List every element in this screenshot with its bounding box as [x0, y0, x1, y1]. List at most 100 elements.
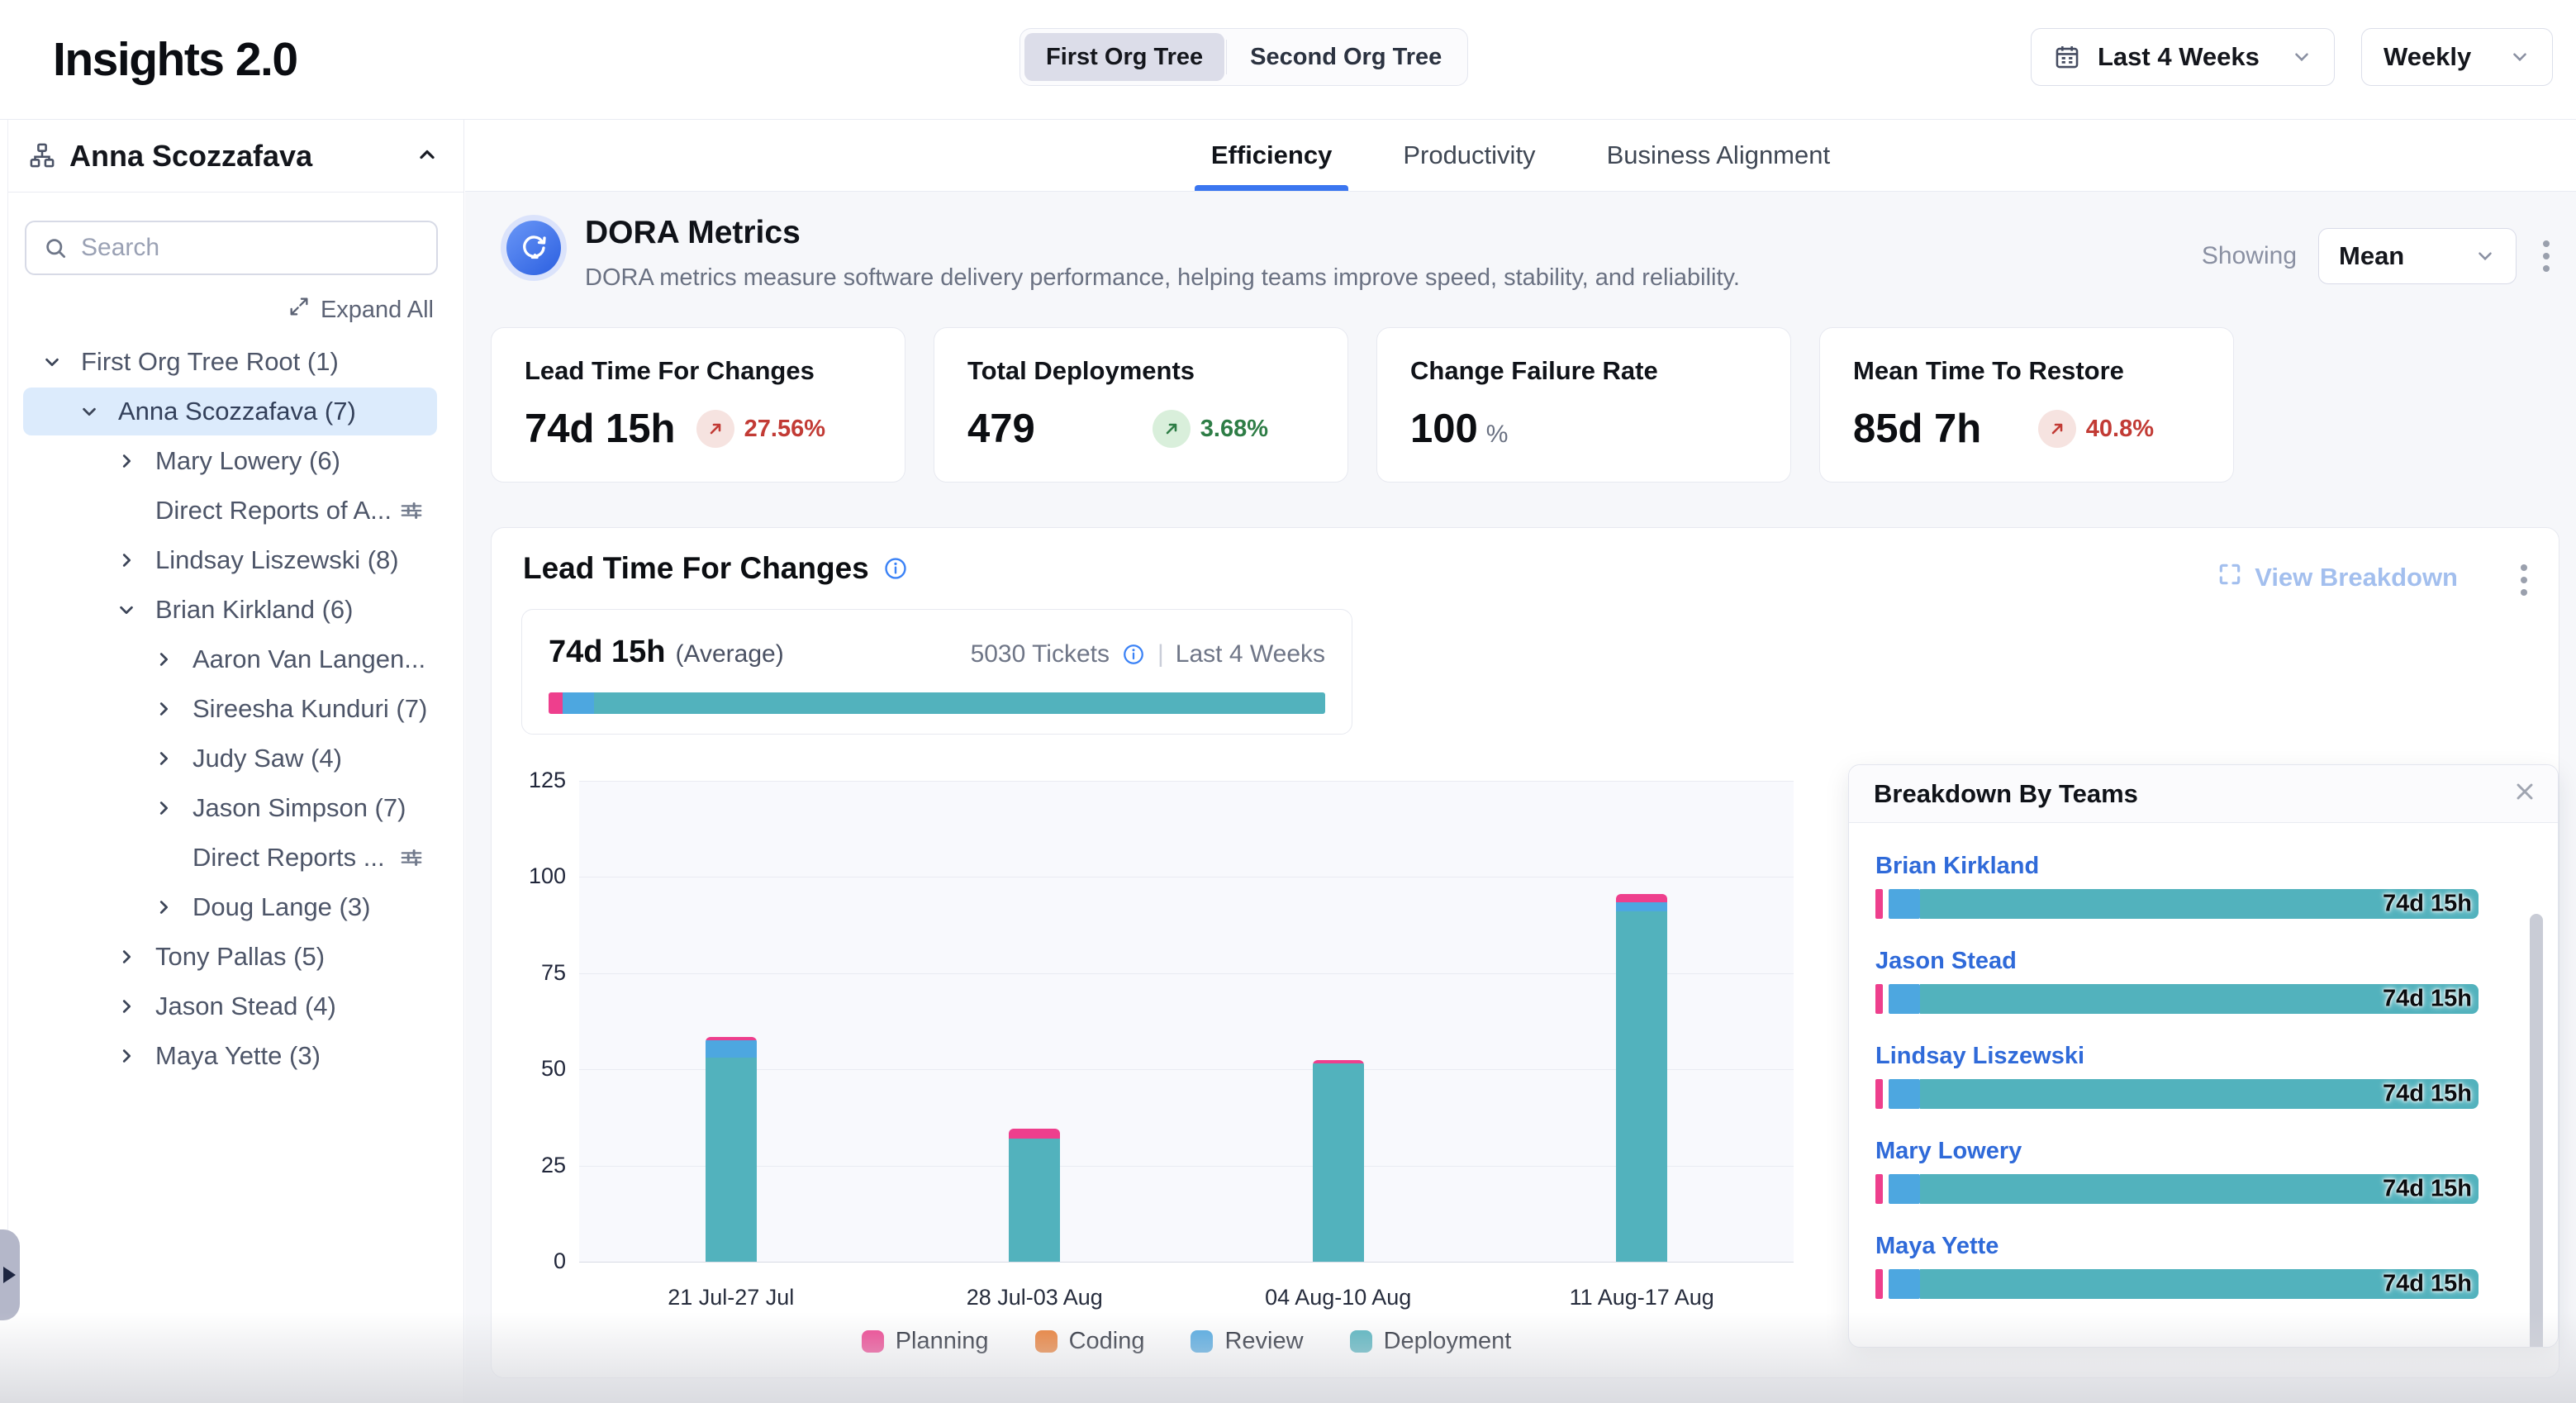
tree-item[interactable]: Tony Pallas (5) [23, 933, 437, 981]
tree-item[interactable]: Direct Reports of A... [23, 487, 437, 535]
metric-card-value: 85d 7h [1853, 406, 1981, 452]
bar-segment-deployment [1009, 1139, 1060, 1262]
tab-business-alignment[interactable]: Business Alignment [1600, 120, 1837, 191]
x-axis-tick-label: 11 Aug-17 Aug [1570, 1285, 1714, 1310]
view-breakdown-label: View Breakdown [2255, 563, 2458, 592]
team-bar-segment-deployment: 74d 15h [1920, 889, 2479, 919]
team-lead-time-bar: 74d 15h [1875, 889, 2479, 919]
metric-delta: 40.8% [2038, 410, 2154, 448]
team-row: Lindsay Liszewski74d 15h [1875, 1043, 2479, 1070]
team-bar-segment-deployment: 74d 15h [1920, 1079, 2479, 1109]
trend-up-icon [1153, 410, 1191, 448]
tree-item[interactable]: Jason Simpson (7) [23, 784, 437, 832]
chevron-right-icon[interactable] [154, 650, 183, 668]
panel-title: Breakdown By Teams [1874, 779, 2138, 809]
team-bar-segment-review [1889, 1269, 1920, 1299]
tree-item[interactable]: Lindsay Liszewski (8) [23, 536, 437, 584]
y-axis-tick-label: 100 [500, 863, 566, 889]
average-phase-bar [549, 692, 1325, 714]
chevron-down-icon[interactable] [43, 353, 71, 371]
org-tree-option[interactable]: Second Org Tree [1229, 33, 1463, 81]
org-tree-option[interactable]: First Org Tree [1024, 33, 1224, 81]
tree-item[interactable]: Mary Lowery (6) [23, 437, 437, 485]
average-summary: 74d 15h (Average) 5030 Tickets | Last 4 … [521, 609, 1352, 735]
info-icon[interactable] [1121, 642, 1146, 667]
close-icon[interactable] [2512, 778, 2538, 805]
info-icon[interactable] [882, 555, 909, 582]
metric-card-value-row: 85d 7h 40.8% [1853, 406, 2200, 452]
header-controls: Last 4 Weeks Weekly [2031, 28, 2553, 86]
metric-delta: 27.56% [696, 410, 825, 448]
insights-app: Insights 2.0 First Org TreeSecond Org Tr… [0, 0, 2576, 1403]
tree-item[interactable]: Aaron Van Langen... [23, 635, 437, 683]
tree-item-label: Tony Pallas (5) [155, 942, 325, 972]
tree-item[interactable]: First Org Tree Root (1) [23, 338, 437, 386]
sidebar-search [25, 221, 438, 275]
search-input[interactable] [81, 234, 420, 262]
bar-segment-planning [1009, 1129, 1060, 1139]
team-name-link[interactable]: Mary Lowery [1875, 1138, 2022, 1164]
team-bar-segment-deployment: 74d 15h [1920, 1269, 2479, 1299]
chevron-right-icon[interactable] [154, 700, 183, 718]
lead-time-menu-kebab-icon[interactable] [2516, 559, 2532, 601]
team-name-link[interactable]: Lindsay Liszewski [1875, 1043, 2084, 1069]
dora-menu-kebab-icon[interactable] [2538, 235, 2555, 277]
team-name-link[interactable]: Brian Kirkland [1875, 853, 2039, 879]
gridline-50 [579, 1069, 1794, 1070]
metric-card-unit: % [1486, 421, 1509, 448]
chevron-right-icon[interactable] [154, 898, 183, 916]
panel-header: Breakdown By Teams [1849, 765, 2558, 823]
expand-corners-icon [2217, 561, 2243, 594]
team-row: Brian Kirkland74d 15h [1875, 853, 2479, 880]
lead-time-title: Lead Time For Changes [523, 551, 909, 586]
legend-label: Coding [1069, 1328, 1145, 1355]
team-bar-segment-review [1889, 1174, 1920, 1204]
metric-card-title: Total Deployments [967, 356, 1314, 386]
chevron-right-icon[interactable] [117, 551, 145, 569]
chevron-right-icon[interactable] [154, 799, 183, 817]
tab-efficiency[interactable]: Efficiency [1205, 120, 1338, 191]
x-axis-tick-label: 21 Jul-27 Jul [668, 1285, 794, 1310]
tree-item[interactable]: Maya Yette (3) [23, 1032, 437, 1080]
trend-up-icon [2038, 410, 2076, 448]
sliders-icon[interactable] [399, 498, 424, 523]
tree-item[interactable]: Jason Stead (4) [23, 982, 437, 1030]
expand-all-label: Expand All [321, 297, 434, 324]
tree-item[interactable]: Direct Reports ... [23, 834, 437, 882]
dora-cycle-icon [501, 215, 567, 281]
sidebar-collapse-button[interactable] [416, 143, 439, 166]
view-breakdown-button[interactable]: View Breakdown [2217, 561, 2458, 594]
team-bar-segment-planning [1875, 984, 1883, 1014]
metric-delta-value: 27.56% [744, 416, 825, 443]
tab-productivity[interactable]: Productivity [1396, 120, 1542, 191]
chevron-down-icon[interactable] [117, 601, 145, 619]
tree-item[interactable]: Brian Kirkland (6) [23, 586, 437, 634]
chevron-right-icon[interactable] [117, 948, 145, 966]
team-lead-time-bar: 74d 15h [1875, 984, 2479, 1014]
tree-item[interactable]: Doug Lange (3) [23, 883, 437, 931]
main-tabs: Efficiency Productivity Business Alignment [465, 120, 2576, 192]
expand-all-button[interactable]: Expand All [288, 295, 434, 325]
sidebar-expand-handle[interactable] [0, 1229, 20, 1320]
chevron-right-icon[interactable] [154, 749, 183, 768]
team-name-link[interactable]: Maya Yette [1875, 1233, 1999, 1259]
chevron-right-icon[interactable] [117, 452, 145, 470]
metric-card: Total Deployments4793.68% [934, 327, 1348, 483]
team-name-link[interactable]: Jason Stead [1875, 948, 2017, 974]
panel-scrollbar-thumb[interactable] [2530, 914, 2543, 1347]
granularity-select[interactable]: Weekly [2361, 28, 2553, 86]
dora-description: DORA metrics measure software delivery p… [585, 264, 1740, 292]
showing-select[interactable]: Mean [2318, 228, 2517, 284]
tree-item[interactable]: Anna Scozzafava (7) [23, 388, 437, 435]
metric-card-value-row: 74d 15h27.56% [525, 406, 872, 452]
date-range-select[interactable]: Last 4 Weeks [2031, 28, 2335, 86]
chevron-down-icon[interactable] [80, 402, 108, 421]
tree-item[interactable]: Judy Saw (4) [23, 735, 437, 782]
tree-item[interactable]: Sireesha Kunduri (7) [23, 685, 437, 733]
metric-card-value: 100% [1410, 406, 1508, 452]
sliders-icon[interactable] [399, 845, 424, 870]
chevron-right-icon[interactable] [117, 1047, 145, 1065]
legend-swatch [862, 1330, 884, 1353]
tree-item-label: First Org Tree Root (1) [81, 347, 339, 377]
chevron-right-icon[interactable] [117, 997, 145, 1015]
